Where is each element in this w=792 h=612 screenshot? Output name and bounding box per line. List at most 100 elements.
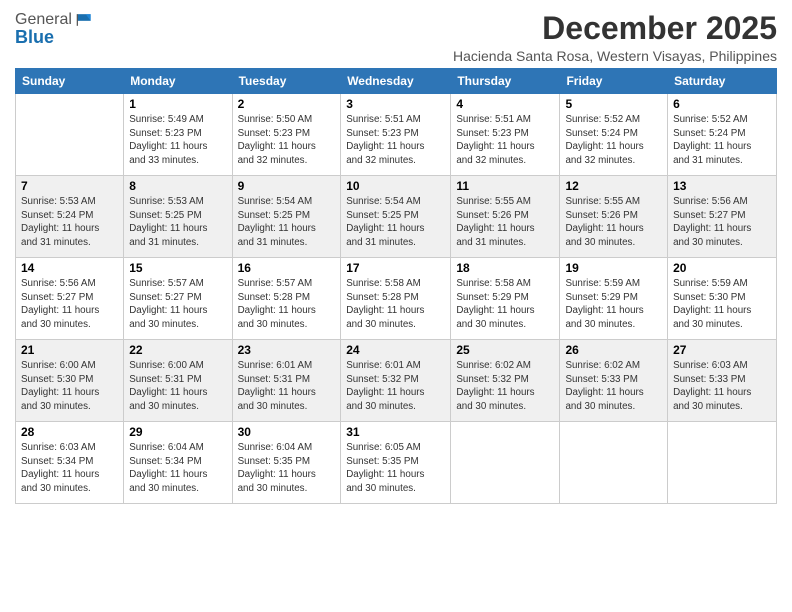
day-number: 24 bbox=[346, 343, 445, 357]
calendar-cell: 10 Sunrise: 5:54 AM Sunset: 5:25 PM Dayli… bbox=[341, 176, 451, 258]
calendar-cell: 18Sunrise: 5:58 AM Sunset: 5:29 PM Dayli… bbox=[451, 258, 560, 340]
day-info: Sunrise: 6:01 AM Sunset: 5:32 PM Dayligh… bbox=[346, 359, 445, 414]
day-number: 4 bbox=[456, 97, 554, 111]
day-number: 17 bbox=[346, 261, 445, 275]
day-number: 10 bbox=[346, 179, 445, 193]
calendar-cell: 23Sunrise: 6:01 AM Sunset: 5:31 PM Dayli… bbox=[232, 340, 341, 422]
day-number: 7 bbox=[21, 179, 118, 193]
day-number: 5 bbox=[565, 97, 662, 111]
day-number: 28 bbox=[21, 425, 118, 439]
calendar-cell: 24 Sunrise: 6:01 AM Sunset: 5:32 PM Dayli… bbox=[341, 340, 451, 422]
day-number: 6 bbox=[673, 97, 771, 111]
day-info: Sunrise: 6:04 AM Sunset: 5:34 PM Dayligh… bbox=[129, 441, 226, 496]
day-info: Sunrise: 5:54 AM Sunset: 5:25 PM Dayligh… bbox=[346, 195, 445, 250]
calendar-header-row: Sunday Monday Tuesday Wednesday Thursday… bbox=[16, 69, 777, 94]
day-number: 16 bbox=[238, 261, 336, 275]
calendar-cell: 20Sunrise: 5:59 AM Sunset: 5:30 PM Dayli… bbox=[668, 258, 777, 340]
day-number: 13 bbox=[673, 179, 771, 193]
month-title: December 2025 bbox=[453, 10, 777, 47]
col-monday: Monday bbox=[124, 69, 232, 94]
day-info: Sunrise: 5:58 AM Sunset: 5:28 PM Dayligh… bbox=[346, 277, 445, 332]
calendar-cell: 28Sunrise: 6:03 AM Sunset: 5:34 PM Dayli… bbox=[16, 422, 124, 504]
calendar-cell: 29 Sunrise: 6:04 AM Sunset: 5:34 PM Dayli… bbox=[124, 422, 232, 504]
day-info: Sunrise: 5:54 AM Sunset: 5:25 PM Dayligh… bbox=[238, 195, 336, 250]
day-info: Sunrise: 5:56 AM Sunset: 5:27 PM Dayligh… bbox=[21, 277, 118, 332]
col-thursday: Thursday bbox=[451, 69, 560, 94]
day-number: 19 bbox=[565, 261, 662, 275]
calendar-cell: 8Sunrise: 5:53 AM Sunset: 5:25 PM Daylig… bbox=[124, 176, 232, 258]
day-number: 14 bbox=[21, 261, 118, 275]
calendar-cell: 31 Sunrise: 6:05 AM Sunset: 5:35 PM Dayli… bbox=[341, 422, 451, 504]
day-number: 27 bbox=[673, 343, 771, 357]
calendar-cell: 11Sunrise: 5:55 AM Sunset: 5:26 PM Dayli… bbox=[451, 176, 560, 258]
day-info: Sunrise: 5:55 AM Sunset: 5:26 PM Dayligh… bbox=[565, 195, 662, 250]
day-info: Sunrise: 6:04 AM Sunset: 5:35 PM Dayligh… bbox=[238, 441, 336, 496]
day-info: Sunrise: 5:58 AM Sunset: 5:29 PM Dayligh… bbox=[456, 277, 554, 332]
calendar-cell: 3 Sunrise: 5:51 AM Sunset: 5:23 PM Daylig… bbox=[341, 94, 451, 176]
calendar-week-row: 7Sunrise: 5:53 AM Sunset: 5:24 PM Daylig… bbox=[16, 176, 777, 258]
day-number: 25 bbox=[456, 343, 554, 357]
calendar-cell: 22 Sunrise: 6:00 AM Sunset: 5:31 PM Dayli… bbox=[124, 340, 232, 422]
day-number: 30 bbox=[238, 425, 336, 439]
day-number: 15 bbox=[129, 261, 226, 275]
title-area: December 2025 Hacienda Santa Rosa, Weste… bbox=[453, 10, 777, 64]
day-number: 3 bbox=[346, 97, 445, 111]
day-info: Sunrise: 6:02 AM Sunset: 5:33 PM Dayligh… bbox=[565, 359, 662, 414]
col-tuesday: Tuesday bbox=[232, 69, 341, 94]
day-number: 29 bbox=[129, 425, 226, 439]
calendar-cell: 9 Sunrise: 5:54 AM Sunset: 5:25 PM Daylig… bbox=[232, 176, 341, 258]
day-info: Sunrise: 5:51 AM Sunset: 5:23 PM Dayligh… bbox=[456, 113, 554, 168]
day-number: 12 bbox=[565, 179, 662, 193]
day-number: 2 bbox=[238, 97, 336, 111]
calendar-cell: 27Sunrise: 6:03 AM Sunset: 5:33 PM Dayli… bbox=[668, 340, 777, 422]
logo-flag-icon bbox=[74, 10, 94, 30]
calendar-cell: 26Sunrise: 6:02 AM Sunset: 5:33 PM Dayli… bbox=[560, 340, 668, 422]
calendar-cell: 25 Sunrise: 6:02 AM Sunset: 5:32 PM Dayli… bbox=[451, 340, 560, 422]
page: General Blue December 2025 Hacienda Sant… bbox=[0, 0, 792, 612]
logo-blue-text: Blue bbox=[15, 27, 94, 48]
day-info: Sunrise: 5:52 AM Sunset: 5:24 PM Dayligh… bbox=[565, 113, 662, 168]
header: General Blue December 2025 Hacienda Sant… bbox=[15, 10, 777, 64]
day-info: Sunrise: 5:52 AM Sunset: 5:24 PM Dayligh… bbox=[673, 113, 771, 168]
col-wednesday: Wednesday bbox=[341, 69, 451, 94]
day-info: Sunrise: 5:49 AM Sunset: 5:23 PM Dayligh… bbox=[129, 113, 226, 168]
day-info: Sunrise: 6:05 AM Sunset: 5:35 PM Dayligh… bbox=[346, 441, 445, 496]
calendar-cell: 5 Sunrise: 5:52 AM Sunset: 5:24 PM Daylig… bbox=[560, 94, 668, 176]
day-info: Sunrise: 5:59 AM Sunset: 5:30 PM Dayligh… bbox=[673, 277, 771, 332]
calendar-cell: 1 Sunrise: 5:49 AM Sunset: 5:23 PM Daylig… bbox=[124, 94, 232, 176]
day-info: Sunrise: 6:02 AM Sunset: 5:32 PM Dayligh… bbox=[456, 359, 554, 414]
calendar-cell bbox=[668, 422, 777, 504]
day-info: Sunrise: 5:50 AM Sunset: 5:23 PM Dayligh… bbox=[238, 113, 336, 168]
calendar-cell: 14 Sunrise: 5:56 AM Sunset: 5:27 PM Dayli… bbox=[16, 258, 124, 340]
col-sunday: Sunday bbox=[16, 69, 124, 94]
calendar-cell: 19Sunrise: 5:59 AM Sunset: 5:29 PM Dayli… bbox=[560, 258, 668, 340]
location-title: Hacienda Santa Rosa, Western Visayas, Ph… bbox=[453, 48, 777, 64]
calendar-cell: 13Sunrise: 5:56 AM Sunset: 5:27 PM Dayli… bbox=[668, 176, 777, 258]
day-info: Sunrise: 6:00 AM Sunset: 5:30 PM Dayligh… bbox=[21, 359, 118, 414]
col-saturday: Saturday bbox=[668, 69, 777, 94]
calendar-week-row: 1 Sunrise: 5:49 AM Sunset: 5:23 PM Daylig… bbox=[16, 94, 777, 176]
day-info: Sunrise: 5:51 AM Sunset: 5:23 PM Dayligh… bbox=[346, 113, 445, 168]
day-number: 1 bbox=[129, 97, 226, 111]
calendar-cell bbox=[16, 94, 124, 176]
day-number: 11 bbox=[456, 179, 554, 193]
day-info: Sunrise: 6:01 AM Sunset: 5:31 PM Dayligh… bbox=[238, 359, 336, 414]
calendar-cell bbox=[451, 422, 560, 504]
calendar-cell: 12 Sunrise: 5:55 AM Sunset: 5:26 PM Dayli… bbox=[560, 176, 668, 258]
day-number: 31 bbox=[346, 425, 445, 439]
day-info: Sunrise: 5:57 AM Sunset: 5:28 PM Dayligh… bbox=[238, 277, 336, 332]
calendar-week-row: 21Sunrise: 6:00 AM Sunset: 5:30 PM Dayli… bbox=[16, 340, 777, 422]
day-info: Sunrise: 5:53 AM Sunset: 5:25 PM Dayligh… bbox=[129, 195, 226, 250]
calendar-cell: 17 Sunrise: 5:58 AM Sunset: 5:28 PM Dayli… bbox=[341, 258, 451, 340]
logo: General Blue bbox=[15, 10, 94, 48]
calendar-week-row: 14 Sunrise: 5:56 AM Sunset: 5:27 PM Dayli… bbox=[16, 258, 777, 340]
calendar-cell: 30 Sunrise: 6:04 AM Sunset: 5:35 PM Dayli… bbox=[232, 422, 341, 504]
day-info: Sunrise: 5:57 AM Sunset: 5:27 PM Dayligh… bbox=[129, 277, 226, 332]
day-info: Sunrise: 6:00 AM Sunset: 5:31 PM Dayligh… bbox=[129, 359, 226, 414]
col-friday: Friday bbox=[560, 69, 668, 94]
day-number: 22 bbox=[129, 343, 226, 357]
day-number: 9 bbox=[238, 179, 336, 193]
calendar-cell: 16 Sunrise: 5:57 AM Sunset: 5:28 PM Dayli… bbox=[232, 258, 341, 340]
calendar-cell: 7Sunrise: 5:53 AM Sunset: 5:24 PM Daylig… bbox=[16, 176, 124, 258]
calendar-cell: 4 Sunrise: 5:51 AM Sunset: 5:23 PM Daylig… bbox=[451, 94, 560, 176]
